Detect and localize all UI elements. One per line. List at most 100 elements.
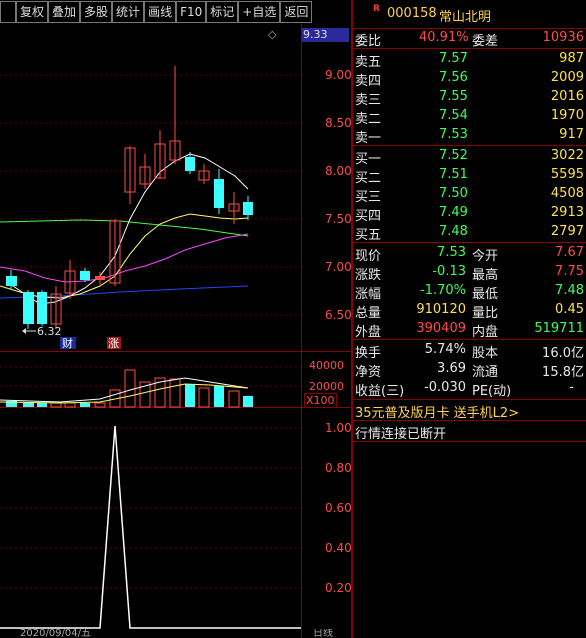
- indicator-line: [0, 425, 301, 629]
- ask-label: 卖四: [355, 74, 382, 89]
- ask-price: 7.55: [439, 89, 468, 104]
- eps-value: -0.030: [424, 380, 466, 395]
- diamond-icon: ◇: [268, 28, 277, 41]
- multi-stock-button[interactable]: 多股: [80, 1, 113, 23]
- ask-row[interactable]: 卖二 7.54 1970: [353, 107, 586, 127]
- candle: [214, 179, 224, 208]
- bid-volume: 2913: [550, 205, 584, 220]
- promo-text[interactable]: 35元普及版月卡 送手机L2>: [355, 402, 519, 421]
- high-price: 7.75: [555, 264, 584, 279]
- turnover-value: 5.74%: [424, 342, 466, 357]
- period-label: 日线: [313, 629, 333, 638]
- candle: [80, 271, 90, 280]
- bid-label: 买三: [355, 190, 382, 205]
- extra-label: 流通: [472, 365, 499, 380]
- extra-label: 收益(三): [355, 384, 405, 399]
- volume-ma5: [0, 377, 249, 403]
- ask-volume: 2009: [550, 70, 584, 85]
- inner-volume: 519711: [534, 321, 584, 336]
- extra-label: 换手: [355, 346, 382, 361]
- quote-panel: R 000158 常山北明 委比 40.91% 委差 10936 卖五 7.57…: [353, 0, 586, 638]
- pe-value: -: [569, 380, 574, 395]
- bid-price: 7.51: [439, 167, 468, 182]
- bid-row[interactable]: 买五 7.48 2797: [353, 223, 586, 243]
- bid-row[interactable]: 买一 7.52 3022: [353, 147, 586, 167]
- stat-row: 涨幅 -1.70% 最低 7.48: [353, 282, 586, 302]
- bid-row[interactable]: 买四 7.49 2913: [353, 204, 586, 224]
- overlay-button[interactable]: 叠加: [48, 1, 81, 23]
- ask-row[interactable]: 卖五 7.57 987: [353, 50, 586, 70]
- indicator-axis-label: 0.60: [325, 501, 352, 515]
- extra-label: PE(动): [472, 384, 512, 399]
- stock-title: R 000158 常山北明: [353, 2, 586, 26]
- toolbar-menu-button[interactable]: [0, 1, 16, 23]
- bid-volume: 2797: [550, 224, 584, 239]
- ask-row[interactable]: 卖一 7.53 917: [353, 126, 586, 146]
- bid-label: 买四: [355, 209, 382, 224]
- outer-volume: 390409: [416, 321, 466, 336]
- back-button[interactable]: 返回: [280, 1, 313, 23]
- bid-row[interactable]: 买三 7.50 4508: [353, 185, 586, 205]
- stock-code: 000158: [387, 6, 437, 21]
- stat-label: 涨跌: [355, 268, 382, 283]
- open-price: 7.67: [555, 245, 584, 260]
- ask-price: 7.53: [439, 127, 468, 142]
- weicha-label: 委差: [472, 34, 499, 49]
- ask-label: 卖五: [355, 55, 382, 70]
- period-start-mark: 6.32: [0, 24, 36, 28]
- connection-status-text: 行情连接已断开: [355, 427, 447, 442]
- weibi-value: 40.91%: [419, 30, 469, 45]
- ask-volume: 2016: [550, 89, 584, 104]
- share-capital: 16.0亿: [542, 346, 584, 361]
- ask-row[interactable]: 卖三 7.55 2016: [353, 88, 586, 108]
- add-favorite-button[interactable]: +自选: [238, 1, 281, 23]
- weibi-label: 委比: [355, 34, 382, 49]
- candle: [185, 157, 195, 171]
- bid-price: 7.48: [439, 224, 468, 239]
- bid-label: 买一: [355, 152, 382, 167]
- indicator-axis-label: 0.40: [325, 541, 352, 555]
- f10-button[interactable]: F10: [176, 1, 207, 23]
- extra-row: 收益(三) -0.030 PE(动) -: [353, 379, 586, 399]
- candles: [6, 66, 253, 329]
- mark-button[interactable]: 标记: [206, 1, 239, 23]
- connection-status: 行情连接已断开: [353, 422, 586, 442]
- change-percent: -1.70%: [420, 283, 466, 298]
- stat-label: 内盘: [472, 325, 499, 340]
- r-badge: R: [373, 4, 380, 14]
- ask-volume: 987: [559, 51, 584, 66]
- volume-ratio: 0.45: [555, 302, 584, 317]
- chart-toolbar: 复权 叠加 多股 统计 画线 F10 标记 +自选 返回: [0, 0, 351, 24]
- volume-axis-label: 40000: [309, 359, 344, 372]
- ma10-line: [0, 213, 249, 299]
- candlestick-chart[interactable]: 6.32 6.32 财 涨 ◇: [0, 24, 301, 638]
- promo-link[interactable]: 35元普及版月卡 送手机L2>: [353, 401, 586, 421]
- ask-label: 卖二: [355, 112, 382, 127]
- candle: [23, 292, 34, 324]
- bid-row[interactable]: 买二 7.51 5595: [353, 166, 586, 186]
- candle: [6, 276, 17, 286]
- ask-row[interactable]: 卖四 7.56 2009: [353, 69, 586, 89]
- bid-volume: 3022: [550, 148, 584, 163]
- price-axis-label: 7.50: [325, 212, 352, 226]
- ma20-line: [0, 233, 249, 283]
- axis-divider: [301, 24, 302, 638]
- weicha-value: 10936: [542, 30, 584, 45]
- volume-ma10: [0, 383, 249, 404]
- indicator-axis-label: 1.00: [325, 421, 352, 435]
- draw-line-button[interactable]: 画线: [144, 1, 177, 23]
- current-price: 7.53: [437, 245, 466, 260]
- statistics-button[interactable]: 统计: [112, 1, 145, 23]
- stat-row: 总量 910120 量比 0.45: [353, 301, 586, 321]
- stat-label: 量比: [472, 306, 499, 321]
- bid-price: 7.52: [439, 148, 468, 163]
- ask-volume: 917: [559, 127, 584, 142]
- candle: [243, 202, 253, 215]
- ask-volume: 1970: [550, 108, 584, 123]
- stat-label: 涨幅: [355, 287, 382, 302]
- stat-label: 最低: [472, 287, 499, 302]
- ask-price: 7.54: [439, 108, 468, 123]
- stock-name: 常山北明: [439, 10, 492, 25]
- restore-rights-button[interactable]: 复权: [16, 1, 49, 23]
- price-axis-label: 8.00: [325, 164, 352, 178]
